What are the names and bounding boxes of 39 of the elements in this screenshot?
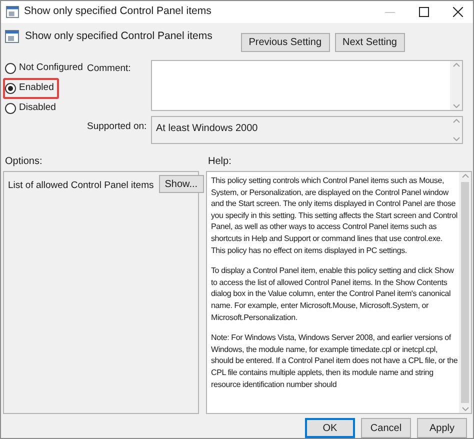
options-item-label: List of allowed Control Panel items	[8, 179, 154, 193]
scroll-up-icon[interactable]	[452, 119, 460, 123]
options-label: Options:	[4, 154, 44, 168]
policy-icon	[6, 6, 19, 18]
policy-title: Show only specified Control Panel items	[25, 29, 212, 44]
dialog-button[interactable]: Cancel	[361, 418, 411, 438]
dialog-button[interactable]: OK	[305, 418, 355, 438]
help-label: Help:	[208, 154, 232, 168]
setting-nav-button[interactable]: Previous Setting	[240, 33, 330, 52]
radio-label[interactable]: Not Configured	[19, 61, 83, 76]
scrollbar[interactable]	[450, 61, 462, 110]
scroll-up-icon[interactable]	[462, 174, 468, 178]
supported-on-value: At least Windows 2000	[155, 122, 259, 136]
scrollbar[interactable]	[450, 117, 462, 143]
highlight-box	[3, 78, 59, 99]
radio-label[interactable]: Enabled	[19, 81, 54, 96]
radio-button[interactable]	[5, 103, 16, 114]
scroll-up-icon[interactable]	[452, 63, 460, 67]
comment-label: Comment:	[87, 62, 132, 76]
comment-field[interactable]	[151, 60, 463, 111]
radio-button[interactable]	[5, 63, 16, 74]
help-paragraph: Note: For Windows Vista, Windows Server 2008, and earlier versions of Windows, the module name, for example timedate.cpl or inetcpl.cpl, should be entered. If a Control Panel item does not have a CPL file, or the CPL file contains multiple applets, then its module name and string resource identification number should	[211, 332, 458, 390]
scroll-down-icon[interactable]	[452, 104, 460, 108]
show-button[interactable]: Show...	[158, 175, 204, 193]
help-paragraph: To display a Control Panel item, enable this policy setting and click Show to access the list of allowed Control Panel items. In the Show Contents dialog box in the Value column, enter the Control Panel item's canonical name. For example, enter Microsoft.Mouse, Microsoft.System, or Microsoft.Personalization.	[211, 265, 455, 324]
scrollbar[interactable]	[459, 172, 471, 413]
policy-icon	[5, 30, 19, 43]
dialog-button[interactable]: Apply	[417, 418, 467, 438]
scroll-down-icon[interactable]	[462, 407, 468, 411]
setting-nav-button[interactable]: Next Setting	[334, 33, 405, 52]
maximize-icon[interactable]	[419, 7, 429, 17]
scrollbar-thumb[interactable]	[461, 182, 469, 403]
window-title: Show only specified Control Panel items	[24, 4, 212, 20]
radio-label[interactable]: Disabled	[19, 101, 56, 116]
supported-on-label: Supported on:	[87, 120, 148, 134]
help-paragraph: This policy setting controls which Control Panel items such as Mouse, System, or Personalization, are displayed on the Control Panel window and the Start screen. The only items displayed in Control Panel are those you specify in this setting. This setting affects the Start screen and Control Panel, as well as other ways to access Control Panel items such as shortcuts in Help and Support or command lines that use control.exe. This policy has no effect on items displayed in PC settings.	[211, 175, 458, 256]
scroll-down-icon[interactable]	[452, 137, 460, 141]
radio-button[interactable]	[5, 83, 16, 94]
close-icon[interactable]	[453, 7, 463, 17]
